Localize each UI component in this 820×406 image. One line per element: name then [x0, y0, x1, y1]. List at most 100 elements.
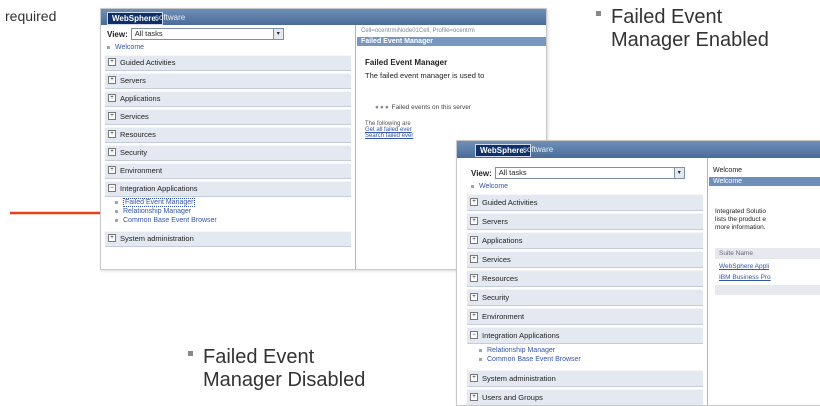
nav-applications[interactable]: + Applications: [467, 232, 703, 249]
nav-servers[interactable]: + Servers: [467, 213, 703, 230]
view-row: View: All tasks ▾: [457, 158, 707, 182]
square-bullet-icon: [479, 357, 482, 361]
suite-table-header: Suite Name: [715, 248, 820, 259]
sub-item-label: Common Base Event Browser: [487, 356, 581, 363]
suite-row-link[interactable]: IBM Business Pro: [715, 273, 820, 282]
nav-label: Resources: [482, 274, 518, 283]
left-nav: View: All tasks ▾ Welcome + Guided Activi…: [457, 158, 708, 405]
welcome-link-label: Welcome: [115, 44, 145, 51]
chevron-down-icon[interactable]: ▾: [272, 29, 283, 39]
sub-item-label: Relationship Manager: [487, 347, 556, 354]
expand-icon[interactable]: +: [108, 76, 116, 85]
expand-icon[interactable]: +: [470, 393, 478, 402]
collapse-icon[interactable]: −: [108, 184, 116, 193]
callout-enabled-line1: Failed Event: [611, 6, 723, 28]
bullet-icon: [596, 11, 601, 17]
welcome-link-label: Welcome: [479, 183, 509, 190]
search-failed-events-link[interactable]: Search failed ever: [357, 133, 546, 139]
welcome-link[interactable]: Welcome: [101, 43, 355, 53]
nav-label: Integration Applications: [482, 331, 560, 340]
content-pane: Welcome Welcome Integrated Solutio lists…: [709, 158, 820, 405]
page-heading: Failed Event Manager: [365, 58, 448, 67]
panel-title-bar: Welcome: [709, 177, 820, 186]
nav-guided-activities[interactable]: + Guided Activities: [467, 194, 703, 211]
nav-system-administration[interactable]: + System administration: [105, 231, 351, 247]
sub-relationship-manager[interactable]: Relationship Manager: [101, 207, 355, 216]
expand-icon[interactable]: +: [108, 166, 116, 175]
page-description: The failed event manager is used to: [365, 71, 485, 80]
expand-icon[interactable]: +: [470, 198, 478, 207]
view-select-value: All tasks: [498, 168, 527, 177]
intro-line: more information.: [715, 224, 766, 231]
welcome-link[interactable]: Welcome: [457, 182, 707, 192]
expand-icon[interactable]: +: [470, 374, 478, 383]
slide-text-required: required: [5, 8, 57, 24]
nav-environment[interactable]: + Environment: [105, 163, 351, 179]
nav-servers[interactable]: + Servers: [105, 73, 351, 89]
sub-item-label: Common Base Event Browser: [123, 217, 217, 224]
sub-common-base-event-browser[interactable]: Common Base Event Browser: [457, 355, 707, 364]
callout-disabled-line2: Manager Disabled: [203, 369, 366, 391]
square-bullet-icon: [115, 200, 118, 204]
nav-users-and-groups[interactable]: + Users and Groups: [467, 389, 703, 405]
nav-environment[interactable]: + Environment: [467, 308, 703, 325]
sub-common-base-event-browser[interactable]: Common Base Event Browser: [101, 216, 355, 225]
nav-label: Security: [120, 148, 148, 157]
nav-label: Services: [120, 112, 149, 121]
nav-label: Users and Groups: [482, 393, 543, 402]
nav-guided-activities[interactable]: + Guided Activities: [105, 55, 351, 71]
sub-item-label: Failed Event Manager: [123, 198, 196, 207]
nav-label: Resources: [120, 130, 156, 139]
nav-label: Servers: [120, 76, 146, 85]
view-label: View:: [107, 29, 128, 39]
view-select[interactable]: All tasks ▾: [130, 28, 284, 40]
callout-disabled: Failed Event Manager Disabled: [188, 346, 365, 392]
callout-enabled: Failed Event Manager Enabled: [596, 6, 769, 52]
expand-icon[interactable]: +: [470, 236, 478, 245]
expand-icon[interactable]: +: [470, 312, 478, 321]
expand-icon[interactable]: +: [108, 148, 116, 157]
expand-icon[interactable]: +: [108, 58, 116, 67]
collapse-icon[interactable]: −: [470, 331, 478, 340]
nav-integration-applications[interactable]: − Integration Applications: [105, 181, 351, 197]
nav-label: Environment: [120, 166, 163, 175]
nav-system-administration[interactable]: + System administration: [467, 370, 703, 387]
nav-label: Applications: [120, 94, 161, 103]
expand-icon[interactable]: +: [470, 274, 478, 283]
context-path: Cell=ocentrmiNode01Cell, Profile=ocentrm: [361, 28, 475, 34]
expand-icon[interactable]: +: [470, 217, 478, 226]
breadcrumb: Welcome: [713, 167, 743, 174]
nav-label: Applications: [482, 236, 523, 245]
intro-line: Integrated Solutio: [715, 208, 766, 215]
view-select[interactable]: All tasks ▾: [494, 167, 685, 179]
square-bullet-icon: [471, 184, 474, 188]
nav-security[interactable]: + Security: [105, 145, 351, 161]
sub-item-label: Relationship Manager: [123, 208, 192, 215]
chevron-down-icon[interactable]: ▾: [673, 168, 684, 178]
software-label: software: [523, 145, 554, 154]
square-bullet-icon: [107, 45, 110, 49]
nav-resources[interactable]: + Resources: [105, 127, 351, 143]
expand-icon[interactable]: +: [108, 130, 116, 139]
sub-failed-event-manager[interactable]: Failed Event Manager: [101, 198, 355, 207]
nav-label: System administration: [120, 234, 194, 243]
nav-label: Guided Activities: [482, 198, 538, 207]
status-dots-icon: ●●●: [375, 104, 390, 111]
expand-icon[interactable]: +: [108, 234, 116, 243]
nav-services[interactable]: + Services: [105, 109, 351, 125]
sub-relationship-manager[interactable]: Relationship Manager: [457, 346, 707, 355]
nav-integration-applications[interactable]: − Integration Applications: [467, 327, 703, 344]
suite-row-link[interactable]: WebSphere Appli: [715, 262, 820, 271]
nav-services[interactable]: + Services: [467, 251, 703, 268]
expand-icon[interactable]: +: [470, 255, 478, 264]
expand-icon[interactable]: +: [108, 94, 116, 103]
nav-security[interactable]: + Security: [467, 289, 703, 306]
expand-icon[interactable]: +: [108, 112, 116, 121]
view-row: View: All tasks ▾: [101, 25, 355, 43]
nav-label: Integration Applications: [120, 184, 198, 193]
nav-resources[interactable]: + Resources: [467, 270, 703, 287]
expand-icon[interactable]: +: [470, 293, 478, 302]
nav-applications[interactable]: + Applications: [105, 91, 351, 107]
intro-line: lists the product e: [715, 216, 766, 223]
status-row: ●●● Failed events on this server: [357, 82, 546, 113]
